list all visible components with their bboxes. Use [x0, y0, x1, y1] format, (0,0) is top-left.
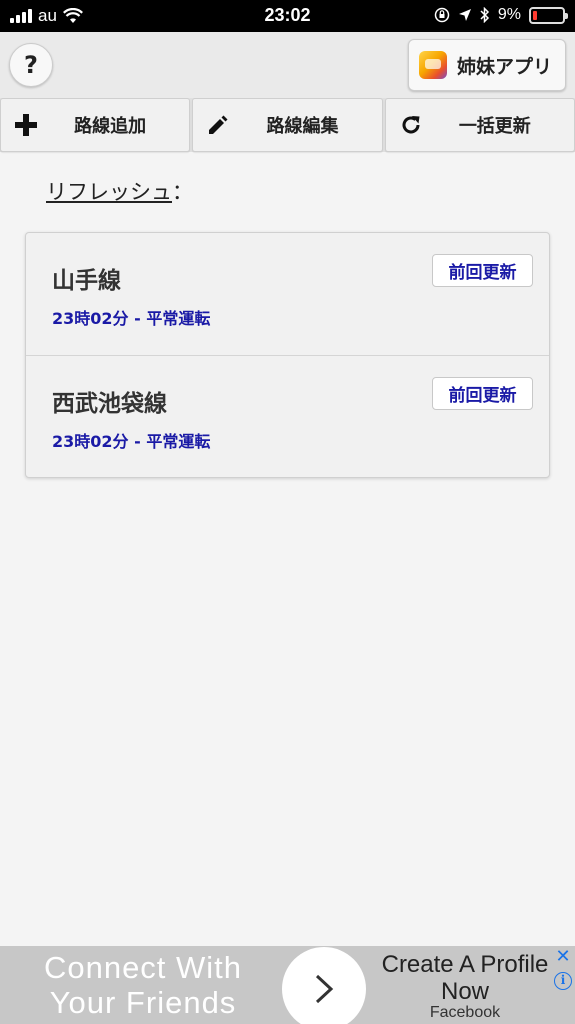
ad-info-icon[interactable]: i	[554, 972, 572, 990]
add-route-button[interactable]: 路線追加	[0, 98, 191, 152]
battery-percent: 9%	[497, 6, 521, 23]
ad-close-icon[interactable]: ✕	[554, 948, 572, 966]
plus-icon	[13, 112, 39, 138]
refresh-link[interactable]: リフレッシュ	[46, 180, 172, 204]
sister-apps-label: 姉妹アプリ	[457, 55, 553, 78]
route-item[interactable]: 西武池袋線 23時02分 - 平常運転 前回更新	[26, 355, 549, 477]
route-name: 西武池袋線	[52, 391, 167, 417]
sister-apps-button[interactable]: 姉妹アプリ	[408, 39, 566, 91]
ad-cta[interactable]: Create A Profile Now	[360, 951, 570, 1005]
route-status: 23時02分 - 平常運転	[52, 309, 211, 328]
help-icon: ?	[24, 51, 38, 79]
toolbar: 路線追加 路線編集 一括更新	[0, 98, 575, 152]
battery-icon	[529, 6, 568, 24]
refresh-icon	[398, 112, 424, 138]
route-list-card: 山手線 23時02分 - 平常運転 前回更新 西武池袋線 23時02分 - 平常…	[25, 232, 550, 478]
sister-app-logo-icon	[419, 51, 447, 79]
route-name: 山手線	[52, 268, 121, 294]
ad-source: Facebook	[429, 1004, 501, 1021]
route-status: 23時02分 - 平常運転	[52, 432, 211, 451]
chevron-right-icon	[315, 974, 334, 1004]
ad-banner[interactable]: Connect With Your Friends Create A Profi…	[0, 946, 575, 1024]
top-bar: ? 姉妹アプリ	[0, 32, 575, 98]
ad-headline: Connect With Your Friends	[43, 950, 243, 1020]
refresh-row: リフレッシュ：	[46, 176, 193, 206]
status-bar: au 23:02 9%	[0, 0, 575, 32]
refresh-separator: ：	[172, 180, 193, 204]
bluetooth-icon	[480, 7, 489, 23]
pencil-icon	[205, 112, 231, 138]
previous-update-button[interactable]: 前回更新	[432, 377, 533, 410]
edit-route-button[interactable]: 路線編集	[192, 98, 383, 152]
location-icon	[458, 9, 471, 21]
bulk-update-button[interactable]: 一括更新	[384, 98, 575, 152]
previous-update-button[interactable]: 前回更新	[432, 254, 533, 287]
route-item[interactable]: 山手線 23時02分 - 平常運転 前回更新	[26, 233, 549, 355]
status-right: 9%	[434, 6, 568, 24]
help-button[interactable]: ?	[9, 43, 53, 87]
orientation-lock-icon	[434, 7, 450, 23]
ad-arrow-button[interactable]	[282, 947, 366, 1024]
